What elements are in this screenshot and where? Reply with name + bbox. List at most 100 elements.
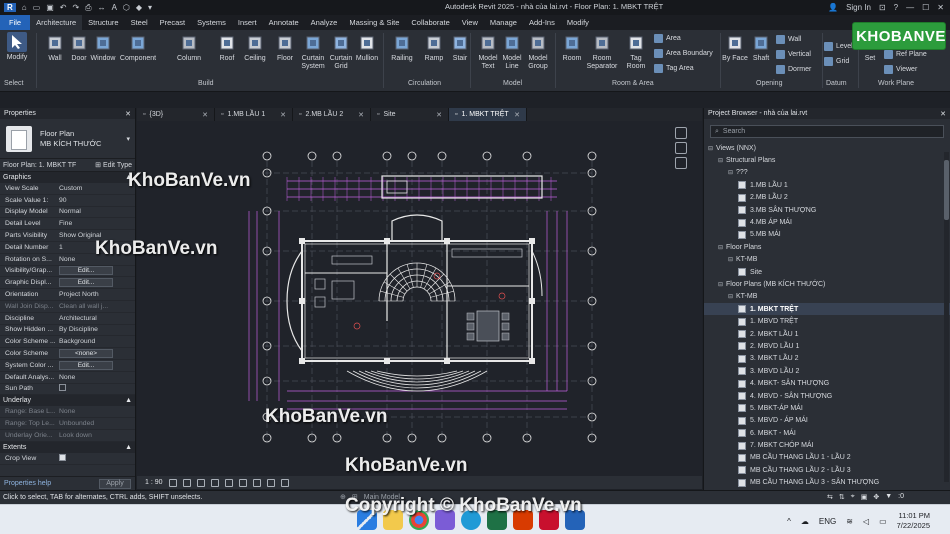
collapse-icon[interactable]: ▲ [125,397,132,404]
minimize-button[interactable]: — [906,3,914,12]
help-icon[interactable]: ? [894,3,898,12]
shadows-icon[interactable] [210,478,219,487]
property-value[interactable]: Edit... [56,278,135,288]
property-value[interactable]: Custom [56,185,135,192]
ref-plane-button[interactable]: Ref Plane [884,50,927,59]
property-value[interactable]: Edit... [56,360,135,370]
viewer-button[interactable]: Viewer [884,65,917,74]
doc-tab[interactable]: ▫ 1.MB LẦU 1 ✕ [215,108,293,121]
close-icon[interactable]: ✕ [436,111,442,119]
model-group-button[interactable]: Model Group [524,33,552,71]
property-edit-button[interactable]: Edit... [59,266,113,276]
browser-view-item[interactable]: 4. MBKT- SÂN THƯỢNG [704,377,950,389]
select-underlay-icon[interactable]: ⇅ [839,493,845,501]
component-button[interactable]: Component [118,33,158,63]
vertical-button[interactable]: Vertical [776,50,811,59]
property-checkbox[interactable] [59,384,66,392]
browser-view-item[interactable]: 4. MBVD - SÂN THƯỢNG [704,390,950,402]
scrollbar-thumb[interactable] [944,160,949,220]
property-value[interactable] [56,453,135,463]
property-value[interactable]: Unbounded [56,420,135,427]
select-by-face-icon[interactable]: ▣ [861,493,868,501]
tab-architecture[interactable]: Architecture [30,15,83,30]
apply-button[interactable]: Apply [99,478,131,489]
select-panel-label[interactable]: Select [4,80,23,87]
property-value[interactable]: Normal [56,208,135,215]
doc-tab[interactable]: ▫ 2.MB LẦU 2 ✕ [293,108,371,121]
browser-scrollbar[interactable] [944,152,949,482]
open-icon[interactable]: ▭ [33,3,41,12]
roof-button[interactable]: Roof [212,33,242,63]
property-value[interactable]: Architectural [56,315,135,322]
detail-level-icon[interactable] [168,478,177,487]
chevron-down-icon[interactable]: ▾ [126,135,130,143]
tab-add-ins[interactable]: Add-Ins [523,15,561,30]
property-value[interactable]: By Discipline [56,326,135,333]
tab-massing-site[interactable]: Massing & Site [343,15,405,30]
close-icon[interactable]: ✕ [202,111,208,119]
tab-structure[interactable]: Structure [82,15,124,30]
close-icon[interactable]: ✕ [280,111,286,119]
tab-file[interactable]: File [0,15,31,30]
doc-tab[interactable]: ▫ {3D} ✕ [137,108,215,121]
tab-manage[interactable]: Manage [484,15,523,30]
model-line-button[interactable]: Model Line [498,33,526,71]
reveal-hidden-icon[interactable] [266,478,275,487]
tab-analyze[interactable]: Analyze [305,15,344,30]
properties-help-link[interactable]: Properties help [4,480,51,487]
redo-icon[interactable]: ↷ [72,3,79,12]
pan-icon[interactable] [675,157,687,169]
mullion-button[interactable]: Mullion [352,33,382,63]
user-icon[interactable]: 👤 [828,3,838,12]
extents-section[interactable]: Extents ▲ [0,441,135,453]
property-edit-button[interactable]: <none> [59,349,113,359]
cloud-icon[interactable]: ☁ [801,517,809,526]
show-crop-icon[interactable] [238,478,247,487]
tab-precast[interactable]: Precast [154,15,191,30]
cart-icon[interactable]: ⊡ [879,3,886,12]
room-separator-button[interactable]: Room Separator [584,33,620,71]
tab-view[interactable]: View [456,15,484,30]
wall-button[interactable]: Wall [776,35,801,44]
area-button[interactable]: Area [654,34,681,43]
browser-view-item[interactable]: 3. MBVD LẦU 2 [704,365,950,377]
browser-view-item[interactable]: 1. MBVD TRỆT [704,315,950,327]
browser-view-item[interactable]: MB CẦU THANG LẦU 3 - SÂN THƯỢNG [704,477,950,489]
undo-icon[interactable]: ↶ [60,3,67,12]
graphics-section[interactable]: Graphics ▲ [0,172,135,183]
property-value[interactable]: <none> [56,349,135,359]
drag-elements-icon[interactable]: ✥ [873,493,879,501]
area-boundary-button[interactable]: Area Boundary [654,49,713,58]
property-value[interactable]: Background [56,338,135,345]
tab-systems[interactable]: Systems [191,15,232,30]
home-icon[interactable]: ⌂ [22,3,27,12]
browser-group[interactable]: ⊟ Views (NNX) [704,142,950,154]
expand-toggle-icon[interactable]: ⊟ [728,169,736,176]
doc-tab[interactable]: ▫ Site ✕ [371,108,449,121]
grid-button[interactable]: Grid [824,57,849,66]
shaft-button[interactable]: Shaft [748,33,774,63]
clock[interactable]: 11:01 PM 7/22/2025 [897,511,930,531]
property-value[interactable]: Fine [56,220,135,227]
collapse-icon[interactable]: ▲ [125,444,132,451]
browser-view-item[interactable]: 7. MBKT CHÓP MÁI [704,439,950,451]
browser-view-item[interactable]: MB CẦU THANG LẦU 1 - LẦU 2 [704,452,950,464]
browser-group[interactable]: ⊟ KT-MB [704,291,950,303]
sun-path-icon[interactable] [196,478,205,487]
property-value[interactable]: None [56,408,135,415]
close-button[interactable]: ✕ [937,3,944,12]
modify-button[interactable]: Modify [3,32,31,62]
print-icon[interactable]: ⎙ [85,3,91,13]
zoom-icon[interactable] [675,142,687,154]
maximize-button[interactable]: ☐ [922,3,929,12]
battery-icon[interactable]: ▭ [879,517,887,526]
browser-view-item[interactable]: 2. MBKT LẦU 1 [704,328,950,340]
crop-view-icon[interactable] [224,478,233,487]
expand-toggle-icon[interactable]: ⊟ [728,293,736,300]
tag-room-button[interactable]: Tag Room [622,33,650,71]
browser-group[interactable]: ⊟??? [704,167,950,179]
property-value[interactable]: None [56,374,135,381]
language-indicator[interactable]: ENG [819,517,836,526]
doc-tab[interactable]: ▫ 1. MBKT TRỆT ✕ [449,108,527,121]
property-edit-button[interactable]: Edit... [59,278,113,288]
